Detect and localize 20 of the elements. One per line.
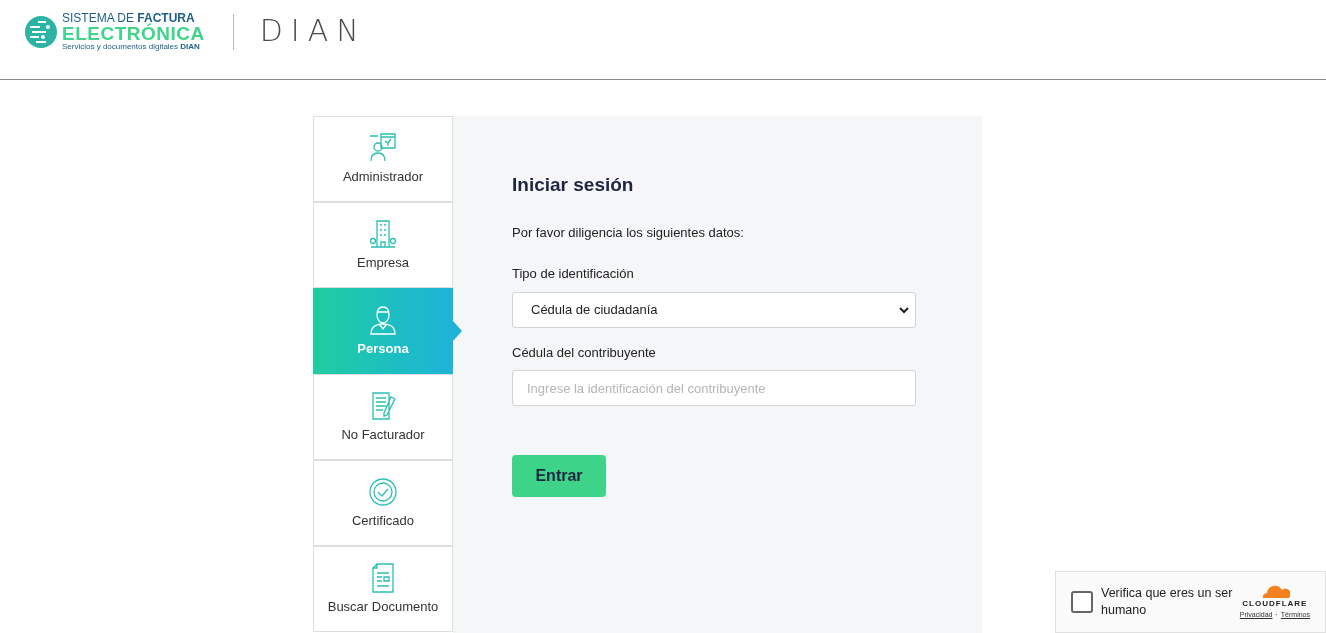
id-type-select[interactable]: Cédula de ciudadanía: [512, 291, 916, 328]
chevron-down-icon: [899, 305, 909, 314]
captcha-checkbox[interactable]: [1071, 591, 1093, 613]
globe-logo-icon: [24, 14, 58, 49]
captcha-label: Verifica que eres un ser humano: [1101, 585, 1234, 619]
field-label: Tipo de identificación: [512, 265, 635, 283]
login-type-tab[interactable]: No Facturador: [313, 374, 453, 460]
id-number-input[interactable]: Ingrese la identificación del contribuyente: [512, 370, 916, 406]
submit-button[interactable]: Entrar: [512, 455, 606, 497]
login-type-tab[interactable]: Administrador: [313, 116, 453, 202]
form-title: Iniciar sesión: [512, 173, 635, 197]
cloudflare-logo: CLOUDFLARE: [1242, 597, 1308, 610]
login-type-tab[interactable]: Certificado: [313, 460, 453, 546]
person-icon: [367, 303, 399, 338]
login-type-tab[interactable]: Empresa: [313, 202, 453, 288]
logo-tagline: Servicios y documentos digitales DIAN: [62, 43, 201, 51]
brand-logo: DIAN: [259, 16, 367, 46]
login-type-tab[interactable]: Buscar Documento: [313, 546, 453, 632]
form-intro: Por favor diligencia los siguientes datos:: [512, 223, 745, 242]
field-label: Cédula del contribuyente: [512, 343, 657, 362]
